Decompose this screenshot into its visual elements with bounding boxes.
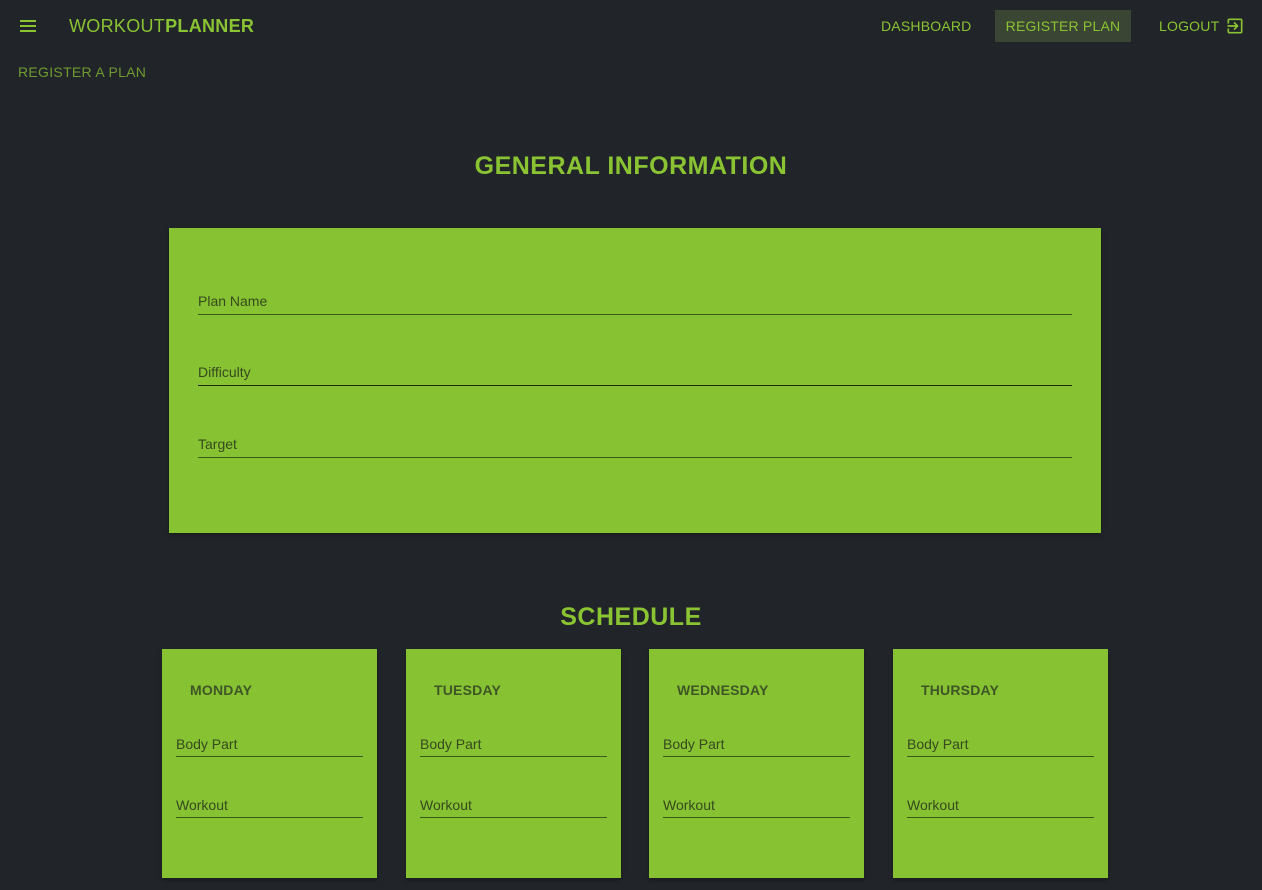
nav-dashboard-link[interactable]: DASHBOARD [867,10,985,42]
difficulty-field[interactable]: Difficulty [198,356,1072,386]
day-name: THURSDAY [921,682,1000,698]
day-card-thursday: THURSDAY Body Part Workout [893,649,1108,878]
workout-field[interactable]: Workout [420,792,607,818]
schedule-title: SCHEDULE [560,603,702,631]
menu-icon[interactable] [18,16,40,38]
top-navbar: WORKOUTPLANNER DASHBOARD REGISTER PLAN L… [0,0,1262,53]
brand-bold-text: PLANNER [165,16,255,36]
day-card-monday: MONDAY Body Part Workout [162,649,377,878]
nav-register-plan-link[interactable]: REGISTER PLAN [995,10,1131,42]
body-part-label: Body Part [420,736,482,752]
plan-name-field[interactable]: Plan Name [198,285,1072,315]
app-brand[interactable]: WORKOUTPLANNER [69,16,254,37]
body-part-field[interactable]: Body Part [663,731,850,757]
day-name: WEDNESDAY [677,682,769,698]
body-part-field[interactable]: Body Part [907,731,1094,757]
plan-name-label: Plan Name [198,293,268,309]
day-card-wednesday: WEDNESDAY Body Part Workout [649,649,864,878]
target-label: Target [198,436,237,452]
day-name: TUESDAY [434,682,502,698]
general-information-title: GENERAL INFORMATION [474,152,788,180]
body-part-label: Body Part [176,736,238,752]
logout-icon [1227,18,1243,34]
workout-label: Workout [420,797,472,813]
workout-field[interactable]: Workout [176,792,363,818]
workout-field[interactable]: Workout [907,792,1094,818]
workout-label: Workout [663,797,715,813]
body-part-label: Body Part [663,736,725,752]
brand-light-text: WORKOUT [69,16,166,36]
nav-logout-link[interactable]: LOGOUT [1145,10,1259,42]
body-part-field[interactable]: Body Part [420,731,607,757]
day-card-tuesday: TUESDAY Body Part Workout [406,649,621,878]
body-part-field[interactable]: Body Part [176,731,363,757]
workout-label: Workout [176,797,228,813]
logout-label: LOGOUT [1159,18,1220,34]
breadcrumb: REGISTER A PLAN [18,64,147,80]
workout-label: Workout [907,797,959,813]
workout-field[interactable]: Workout [663,792,850,818]
body-part-label: Body Part [907,736,969,752]
difficulty-label: Difficulty [198,364,251,380]
general-information-card: Plan Name Difficulty Target [169,228,1101,533]
target-field[interactable]: Target [198,428,1072,458]
day-name: MONDAY [190,682,253,698]
